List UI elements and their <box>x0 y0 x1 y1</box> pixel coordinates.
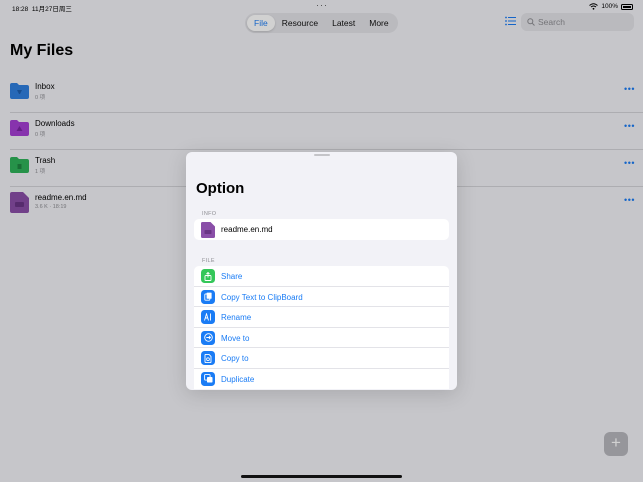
rename-icon <box>201 310 215 324</box>
home-indicator[interactable] <box>241 475 402 478</box>
duplicate-button[interactable]: Duplicate <box>194 369 449 390</box>
file-actions-list: Share Copy Text to ClipBoard Rename Move… <box>194 266 449 389</box>
sheet-title: Option <box>196 180 245 197</box>
copy-to-icon <box>201 351 215 365</box>
duplicate-icon <box>201 371 215 386</box>
copy-to-button[interactable]: Copy to <box>194 348 449 369</box>
copy-clipboard-icon <box>201 289 215 304</box>
move-to-icon <box>201 330 215 345</box>
markdown-file-icon <box>201 222 215 238</box>
file-section-label: FILE <box>202 258 215 264</box>
action-label: Share <box>221 272 243 281</box>
info-section-label: INFO <box>202 211 217 217</box>
action-label: Duplicate <box>221 374 255 384</box>
action-label: Rename <box>221 313 252 322</box>
share-button[interactable]: Share <box>194 266 449 287</box>
copy-text-button[interactable]: Copy Text to ClipBoard <box>194 287 449 307</box>
sheet-grabber[interactable] <box>314 154 330 156</box>
action-label: Move to <box>221 333 250 343</box>
move-to-button[interactable]: Move to <box>194 328 449 348</box>
action-label: Copy Text to ClipBoard <box>221 292 303 302</box>
rename-button[interactable]: Rename <box>194 307 449 328</box>
share-icon <box>201 269 215 283</box>
option-sheet: Option INFO readme.en.md FILE Share Copy… <box>186 152 457 390</box>
info-file-name: readme.en.md <box>221 225 273 234</box>
info-card: readme.en.md <box>194 219 449 240</box>
action-label: Copy to <box>221 354 249 363</box>
